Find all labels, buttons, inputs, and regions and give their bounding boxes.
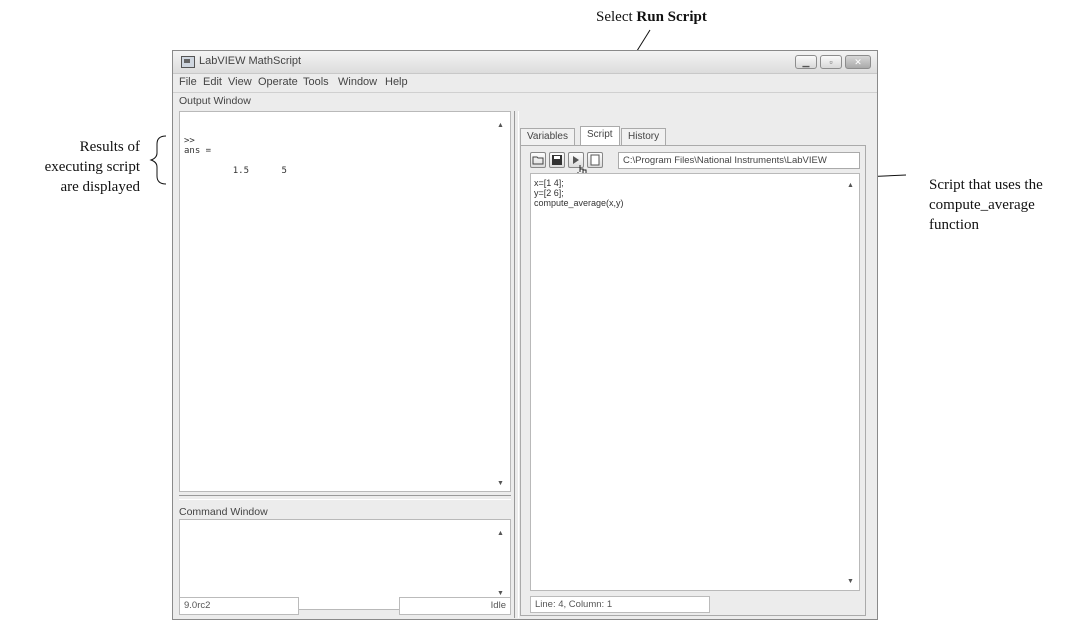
pane-divider[interactable] [514, 111, 519, 618]
close-button[interactable]: ✕ [845, 55, 871, 69]
open-script-button[interactable] [530, 152, 546, 168]
menu-tools[interactable]: Tools [303, 76, 329, 88]
document-icon [590, 154, 600, 166]
maximize-button[interactable]: ▫ [820, 55, 842, 69]
output-line-ans: ans = [184, 146, 212, 156]
tab-variables[interactable]: Variables [520, 128, 575, 146]
menu-bar: File Edit View Operate Tools Window Help [173, 74, 877, 93]
command-scroll-up-arrow[interactable]: ▲ [497, 530, 504, 537]
script-line-1: x=[1 4]; [534, 178, 564, 188]
window-title: LabVIEW MathScript [199, 55, 302, 67]
output-line-prompt: >> [184, 136, 195, 146]
folder-icon [532, 156, 544, 165]
state-status: Idle [399, 597, 511, 615]
output-line-values: 1.5 5 [184, 166, 287, 176]
command-scroll-down-arrow[interactable]: ▼ [497, 590, 504, 597]
script-scroll-down-arrow[interactable]: ▼ [847, 578, 854, 585]
menu-file[interactable]: File [179, 76, 197, 88]
results-brace [149, 135, 167, 185]
menu-view[interactable]: View [228, 76, 252, 88]
tab-script[interactable]: Script [580, 126, 620, 146]
new-script-button[interactable] [587, 152, 603, 168]
script-editor[interactable]: x=[1 4]; y=[2 6]; compute_average(x,y) ▲… [530, 173, 860, 591]
script-line-3: compute_average(x,y) [534, 198, 624, 208]
version-status: 9.0rc2 [179, 597, 299, 615]
script-path-field[interactable]: C:\Program Files\National Instruments\La… [618, 152, 860, 169]
menu-edit[interactable]: Edit [203, 76, 222, 88]
tab-history[interactable]: History [621, 128, 667, 146]
command-window-label: Command Window [179, 506, 268, 518]
title-bar[interactable]: LabVIEW MathScript ▁ ▫ ✕ [173, 51, 877, 74]
menu-window[interactable]: Window [338, 76, 377, 88]
minimize-button[interactable]: ▁ [795, 55, 817, 69]
script-scroll-up-arrow[interactable]: ▲ [847, 182, 854, 189]
splitter[interactable] [179, 495, 511, 500]
labview-app-icon [181, 56, 195, 68]
cursor-position-status: Line: 4, Column: 1 [530, 596, 710, 613]
menu-operate[interactable]: Operate [258, 76, 298, 88]
save-script-button[interactable] [549, 152, 565, 168]
mathscript-window: LabVIEW MathScript ▁ ▫ ✕ File Edit View … [172, 50, 878, 620]
script-tab-panel: C:\Program Files\National Instruments\La… [520, 145, 866, 616]
menu-help[interactable]: Help [385, 76, 408, 88]
output-window[interactable]: >> ans = 1.5 5 ▲ ▼ [179, 111, 511, 492]
scroll-up-arrow[interactable]: ▲ [497, 122, 504, 129]
output-window-label: Output Window [179, 95, 251, 107]
scroll-down-arrow[interactable]: ▼ [497, 480, 504, 487]
save-icon [552, 155, 562, 165]
script-line-2: y=[2 6]; [534, 188, 564, 198]
